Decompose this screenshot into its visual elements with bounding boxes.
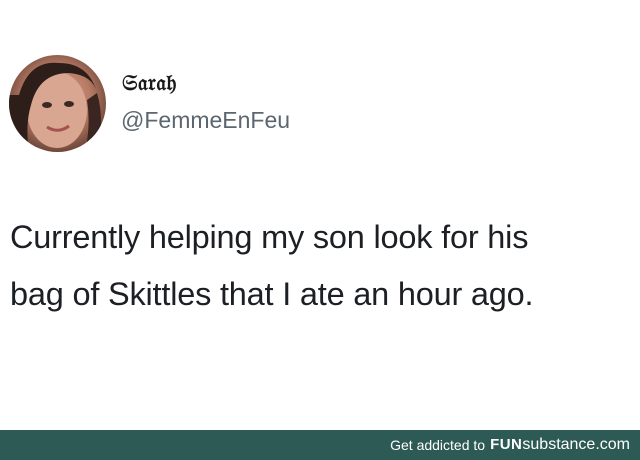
user-handle[interactable]: @FemmeEnFeu [121, 107, 290, 134]
tweet-line-2: bag of Skittles that I ate an hour ago. [10, 276, 534, 312]
tweet-text: Currently helping my son look for his ba… [10, 209, 630, 323]
watermark-brand-rest: substance.com [522, 436, 630, 453]
tweet-line-1: Currently helping my son look for his [10, 219, 529, 255]
avatar[interactable] [9, 55, 106, 152]
profile-photo [9, 62, 102, 152]
watermark-brand-bold: FUN [490, 436, 523, 453]
watermark-footer: Get addicted to FUNsubstance.com [0, 430, 640, 460]
tweet-card: 𝔖𝔞𝔯𝔞𝔥 @FemmeEnFeu Currently helping my s… [0, 0, 640, 430]
watermark-brand[interactable]: FUNsubstance.com [490, 436, 630, 454]
display-name[interactable]: 𝔖𝔞𝔯𝔞𝔥 [122, 70, 177, 96]
watermark-lead: Get addicted to [390, 437, 486, 453]
